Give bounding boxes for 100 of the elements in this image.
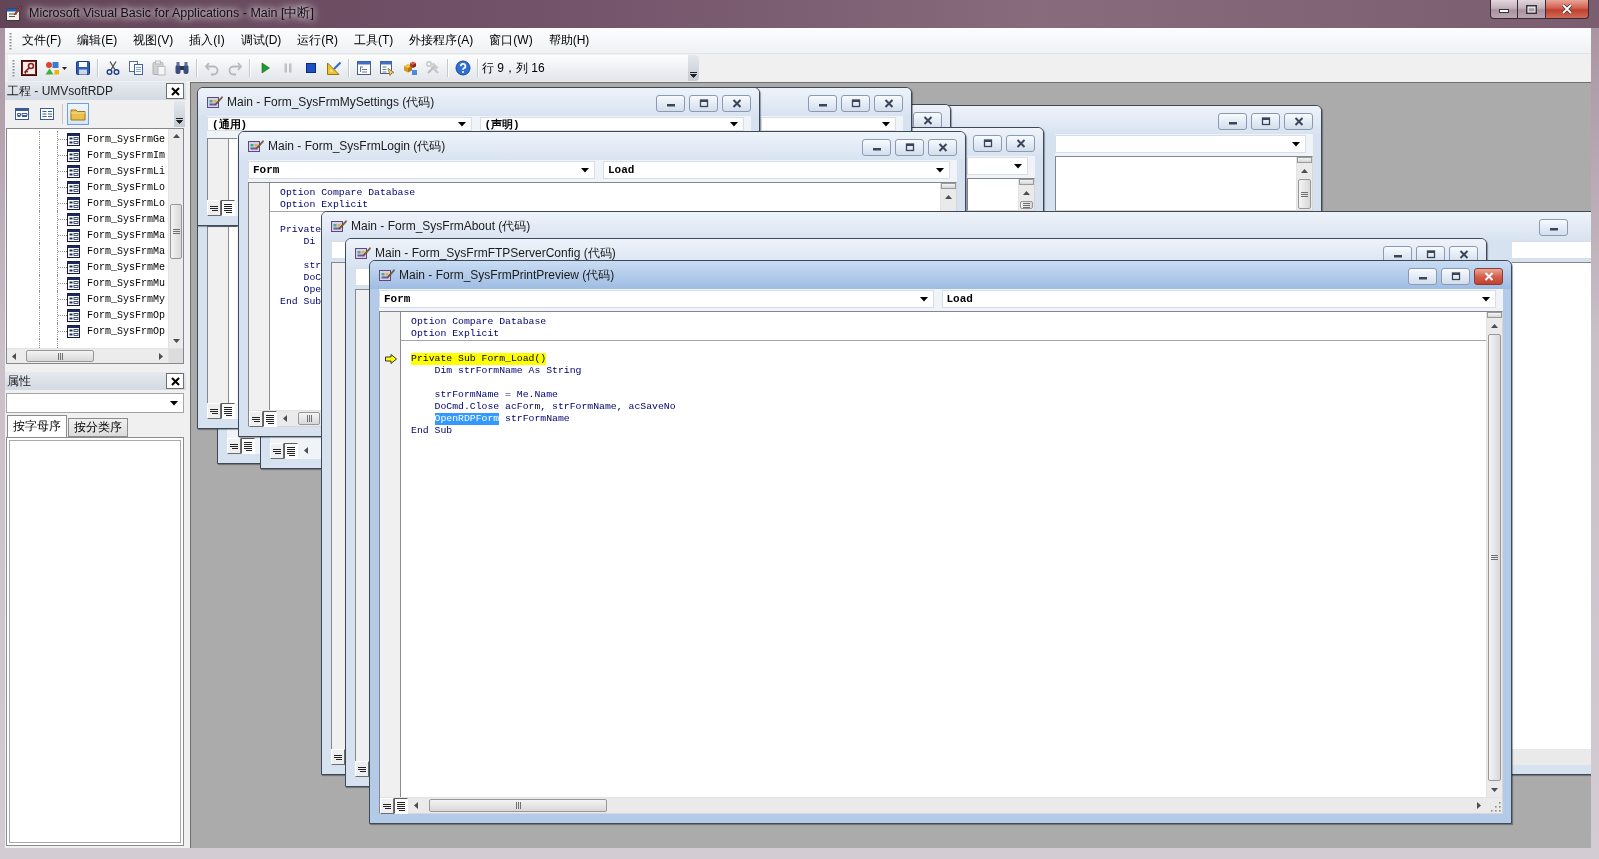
procedure-dropdown[interactable]: Load	[941, 290, 1496, 308]
object-dropdown[interactable]: Form	[248, 161, 595, 179]
tree-item[interactable]: Form_SysFrmGe	[67, 131, 166, 147]
tree-item[interactable]: Form_SysFrmMy	[67, 291, 166, 307]
procedure-view-button[interactable]	[380, 798, 394, 814]
procedure-view-button[interactable]	[227, 438, 241, 454]
minimize-button[interactable]	[656, 95, 685, 112]
menu-item[interactable]: 编辑(E)	[69, 29, 126, 52]
close-button[interactable]	[1284, 113, 1313, 130]
scroll-thumb[interactable]	[1020, 201, 1033, 209]
tab[interactable]: 按字母序	[7, 415, 67, 437]
module-view-button[interactable]	[241, 438, 255, 454]
module-view-button[interactable]	[221, 403, 235, 419]
procedure-dropdown[interactable]: Load	[603, 161, 950, 179]
close-button[interactable]	[1006, 135, 1035, 152]
maximize-button[interactable]	[1251, 113, 1280, 130]
menu-item[interactable]: 运行(R)	[289, 29, 346, 52]
scroll-thumb[interactable]	[1488, 334, 1501, 781]
tree-item[interactable]: Form_SysFrmOp	[67, 323, 166, 339]
menu-item[interactable]: 工具(T)	[346, 29, 402, 52]
toggle-folders-button[interactable]	[67, 103, 89, 125]
form-pencil-icon	[355, 245, 371, 260]
tree-item[interactable]: Form_SysFrmMe	[67, 259, 166, 275]
close-button[interactable]	[874, 95, 903, 112]
code-line: End Sub	[411, 425, 453, 437]
splitter-handle[interactable]	[941, 183, 956, 189]
minimize-button[interactable]	[1408, 268, 1437, 285]
splitter-handle[interactable]	[1297, 157, 1312, 163]
horizontal-scrollbar[interactable]	[7, 348, 168, 363]
minimize-button[interactable]	[1490, 0, 1518, 19]
object-dropdown[interactable]: Form	[379, 290, 934, 308]
scroll-thumb[interactable]	[298, 412, 320, 425]
maximize-button[interactable]	[973, 135, 1002, 152]
menu-item[interactable]: 视图(V)	[125, 29, 182, 52]
tree-item[interactable]: Form_SysFrmLo	[67, 179, 166, 195]
form-icon	[67, 132, 80, 146]
cubes-icon	[401, 60, 418, 76]
sectioned-lines-icon	[223, 405, 233, 417]
module-view-button[interactable]	[284, 443, 298, 459]
menu-item[interactable]: 插入(I)	[181, 29, 233, 52]
module-view-button[interactable]	[263, 411, 277, 427]
tree-item[interactable]: Form_SysFrmMa	[67, 227, 166, 243]
close-icon	[1483, 272, 1494, 281]
menu-item[interactable]: 窗口(W)	[481, 29, 541, 52]
minimize-button[interactable]	[1218, 113, 1247, 130]
toolbar-options-button[interactable]	[688, 55, 699, 81]
tree-item[interactable]: Form_SysFrmMa	[67, 243, 166, 259]
scroll-thumb[interactable]	[1298, 179, 1311, 209]
procedure-view-button[interactable]	[355, 761, 369, 777]
left-arrow-icon	[12, 352, 16, 360]
menu-item[interactable]: 文件(F)	[14, 29, 70, 52]
tree-item[interactable]: Form_SysFrmOp	[67, 307, 166, 323]
maximize-button[interactable]	[689, 95, 718, 112]
maximize-button[interactable]	[1517, 0, 1546, 19]
close-button[interactable]	[928, 139, 957, 156]
tree-item[interactable]: Form_SysFrmLo	[67, 195, 166, 211]
menu-item[interactable]: 外接程序(A)	[401, 29, 482, 52]
close-button[interactable]	[166, 83, 184, 99]
maximize-button[interactable]	[895, 139, 924, 156]
vertical-scrollbar[interactable]	[168, 129, 183, 348]
window-pencil-icon	[5, 4, 23, 22]
code-editor	[207, 138, 237, 200]
folder-icon	[70, 106, 86, 122]
maximize-button[interactable]	[841, 95, 870, 112]
procedure-view-button[interactable]	[331, 749, 345, 765]
code-line: str	[303, 260, 322, 272]
tab[interactable]: 按分类序	[68, 418, 128, 437]
tree-item[interactable]: Form_SysFrmIm	[67, 147, 166, 163]
maximize-button[interactable]	[1441, 268, 1470, 285]
procedure-view-button[interactable]	[207, 403, 221, 419]
sectioned-lines-icon	[396, 800, 406, 812]
close-button[interactable]	[722, 95, 751, 112]
tree-item[interactable]: Form_SysFrmMa	[67, 211, 166, 227]
minimize-button[interactable]	[808, 95, 837, 112]
scroll-thumb[interactable]	[429, 799, 608, 812]
module-view-button[interactable]	[394, 798, 408, 814]
module-view-button[interactable]	[221, 200, 235, 216]
scroll-thumb[interactable]	[170, 204, 182, 259]
procedure-view-button[interactable]	[207, 200, 221, 216]
minimize-button[interactable]	[862, 139, 891, 156]
procedure-view-button[interactable]	[249, 411, 263, 427]
close-button[interactable]	[166, 373, 184, 389]
maximize-icon	[1526, 4, 1537, 14]
minimize-button[interactable]	[1539, 219, 1568, 236]
splitter-handle[interactable]	[1019, 179, 1034, 185]
scroll-thumb[interactable]	[26, 350, 94, 362]
object-dropdown[interactable]: (通用)	[207, 117, 472, 131]
horizontal-scrollbar[interactable]	[1512, 749, 1591, 765]
toolbar-options-button[interactable]	[174, 101, 185, 127]
close-icon	[883, 99, 894, 108]
splitter-handle[interactable]	[1487, 312, 1502, 318]
procedure-view-button[interactable]	[270, 443, 284, 459]
menu-item[interactable]: 调试(D)	[232, 29, 290, 52]
tree-item[interactable]: Form_SysFrmLi	[67, 163, 166, 179]
menu-item[interactable]: 帮助(H)	[540, 29, 598, 52]
close-icon	[170, 86, 180, 96]
close-button[interactable]	[1474, 268, 1503, 285]
close-button[interactable]	[1545, 0, 1589, 19]
procedure-dropdown[interactable]: (声明)	[479, 117, 744, 131]
tree-item[interactable]: Form_SysFrmMu	[67, 275, 166, 291]
